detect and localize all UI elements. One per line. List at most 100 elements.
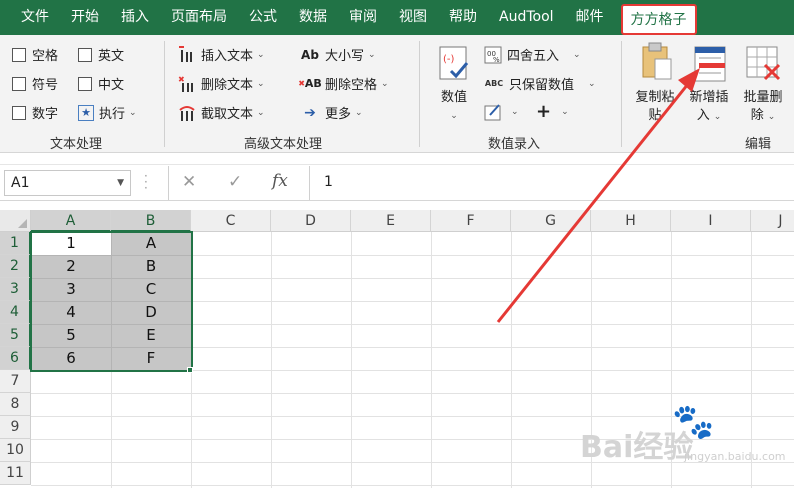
row-header-9[interactable]: 9 bbox=[0, 416, 31, 439]
col-header-e[interactable]: E bbox=[351, 210, 431, 232]
watermark-brand: Bai经验 bbox=[580, 430, 694, 465]
copy-paste-button[interactable]: 复制粘 贴 bbox=[630, 41, 680, 125]
keep-numbers-button[interactable]: ABC 只保留数值 ⌄ bbox=[484, 74, 596, 93]
chevron-down-icon[interactable]: ▼ bbox=[117, 171, 124, 195]
drag-handle-icon[interactable]: · · · bbox=[144, 170, 148, 194]
row-header-1[interactable]: 1 bbox=[0, 232, 31, 255]
cancel-icon[interactable]: ✕ bbox=[182, 172, 196, 192]
row-header-5[interactable]: 5 bbox=[0, 324, 31, 347]
tab-file[interactable]: 文件 bbox=[0, 0, 60, 35]
row-header-4[interactable]: 4 bbox=[0, 301, 31, 324]
keep-numbers-label: 只保留数值 bbox=[509, 78, 575, 93]
worksheet-grid[interactable]: A B C D E F G H I J 1 2 3 4 5 6 7 8 9 10… bbox=[0, 210, 794, 488]
col-header-a[interactable]: A bbox=[31, 210, 111, 232]
tab-mail[interactable]: 邮件 bbox=[565, 0, 615, 35]
more-label: 更多 bbox=[325, 107, 352, 122]
checkbox-label: 符号 bbox=[32, 78, 59, 93]
row-header-10[interactable]: 10 bbox=[0, 439, 31, 462]
checkbox-label: 中文 bbox=[98, 78, 125, 93]
group-separator bbox=[621, 41, 622, 147]
execute-button[interactable]: ★ 执行 ⌄ bbox=[78, 103, 137, 122]
tab-page-layout[interactable]: 页面布局 bbox=[160, 0, 238, 35]
row-header-3[interactable]: 3 bbox=[0, 278, 31, 301]
insert-text-button[interactable]: 插入文本 ⌄ bbox=[178, 45, 265, 64]
row-header-11[interactable]: 11 bbox=[0, 462, 31, 485]
col-header-c[interactable]: C bbox=[191, 210, 271, 232]
batch-delete-label-2-text: 除 bbox=[750, 108, 764, 123]
svg-text:%: % bbox=[493, 56, 500, 64]
checkbox-box bbox=[78, 76, 92, 91]
formula-input[interactable]: 1 bbox=[309, 166, 794, 200]
value-icon: (-) bbox=[439, 46, 469, 80]
tab-fangfanggezi[interactable]: 方方格子 bbox=[620, 4, 697, 35]
insert-new-label-2: 入 ⌄ bbox=[684, 107, 734, 126]
chevron-down-icon: ⌄ bbox=[588, 78, 596, 89]
row-header-2[interactable]: 2 bbox=[0, 255, 31, 278]
row-header-8[interactable]: 8 bbox=[0, 393, 31, 416]
formula-value: 1 bbox=[324, 174, 333, 190]
tab-audtool[interactable]: AudTool bbox=[488, 0, 565, 35]
more-button[interactable]: ➔ 更多 ⌄ bbox=[300, 103, 362, 123]
group-label-numeric: 数值录入 bbox=[488, 137, 541, 152]
name-box[interactable]: A1 ▼ bbox=[4, 170, 131, 196]
tab-insert[interactable]: 插入 bbox=[110, 0, 160, 35]
tab-formulas[interactable]: 公式 bbox=[238, 0, 288, 35]
tab-help[interactable]: 帮助 bbox=[438, 0, 488, 35]
insert-text-icon bbox=[178, 45, 196, 64]
col-header-j[interactable]: J bbox=[751, 210, 794, 232]
col-header-f[interactable]: F bbox=[431, 210, 511, 232]
star-run-icon: ★ bbox=[78, 104, 94, 121]
batch-delete-icon bbox=[746, 46, 781, 81]
excel-window: 文件 开始 插入 页面布局 公式 数据 审阅 视图 帮助 AudTool 邮件 … bbox=[0, 0, 794, 488]
group-label-adv-text: 高级文本处理 bbox=[244, 137, 323, 152]
insert-new-label-2-text: 入 bbox=[696, 108, 710, 123]
col-header-h[interactable]: H bbox=[591, 210, 671, 232]
execute-label: 执行 bbox=[99, 107, 126, 122]
col-header-b[interactable]: B bbox=[111, 210, 191, 232]
delete-space-button[interactable]: ✖ AB 删除空格 ⌄ bbox=[298, 74, 388, 93]
plus-button[interactable]: + ⌄ bbox=[536, 101, 569, 122]
checkbox-number[interactable]: 数字 bbox=[12, 103, 58, 122]
svg-text:✖: ✖ bbox=[178, 75, 185, 84]
delete-text-icon: ✖ bbox=[178, 75, 196, 93]
tab-home[interactable]: 开始 bbox=[60, 0, 110, 35]
delete-text-button[interactable]: ✖ 删除文本 ⌄ bbox=[178, 74, 265, 94]
checkbox-chinese[interactable]: 中文 bbox=[78, 74, 124, 93]
case-label: 大小写 bbox=[325, 49, 365, 64]
select-all-corner[interactable] bbox=[0, 210, 31, 232]
value-button[interactable]: (-) 数值 ⌄ bbox=[434, 45, 474, 125]
group-separator bbox=[419, 41, 420, 147]
col-header-d[interactable]: D bbox=[271, 210, 351, 232]
batch-delete-label-2: 除 ⌄ bbox=[737, 107, 789, 126]
delete-text-label: 删除文本 bbox=[201, 78, 254, 93]
checkbox-space[interactable]: 空格 bbox=[12, 45, 58, 64]
confirm-icon[interactable]: ✓ bbox=[228, 172, 242, 192]
keep-numbers-icon: ABC bbox=[484, 79, 504, 88]
col-header-g[interactable]: G bbox=[511, 210, 591, 232]
formula-bar: A1 ▼ · · · ✕ ✓ fx 1 bbox=[0, 164, 794, 201]
edit-values-button[interactable]: ⌄ bbox=[484, 103, 519, 121]
fill-handle[interactable] bbox=[187, 367, 193, 373]
batch-delete-label-1: 批量删 bbox=[743, 90, 783, 105]
tab-view[interactable]: 视图 bbox=[388, 0, 438, 35]
insert-new-button[interactable]: 新增插 入 ⌄ bbox=[684, 41, 734, 126]
checkbox-label: 数字 bbox=[32, 107, 59, 122]
row-header-7[interactable]: 7 bbox=[0, 370, 31, 393]
round-button[interactable]: 00% 四舍五入 ⌄ bbox=[484, 45, 581, 64]
tab-review[interactable]: 审阅 bbox=[338, 0, 388, 35]
checkbox-english[interactable]: 英文 bbox=[78, 45, 124, 64]
batch-delete-button[interactable]: 批量删 除 ⌄ bbox=[737, 41, 789, 126]
cut-text-label: 截取文本 bbox=[201, 107, 254, 122]
case-button[interactable]: Ab 大小写 ⌄ bbox=[300, 45, 376, 65]
checkbox-symbol[interactable]: 符号 bbox=[12, 74, 58, 93]
cut-text-button[interactable]: 截取文本 ⌄ bbox=[178, 103, 265, 122]
insert-new-label-1: 新增插 bbox=[689, 90, 729, 105]
insert-function-icon[interactable]: fx bbox=[272, 171, 288, 191]
checkbox-label: 空格 bbox=[32, 49, 59, 64]
tab-data[interactable]: 数据 bbox=[288, 0, 338, 35]
col-header-i[interactable]: I bbox=[671, 210, 751, 232]
clipboard-icon bbox=[642, 42, 672, 80]
row-header-6[interactable]: 6 bbox=[0, 347, 31, 370]
svg-text:(-): (-) bbox=[443, 54, 455, 65]
plus-label: + bbox=[536, 101, 552, 122]
